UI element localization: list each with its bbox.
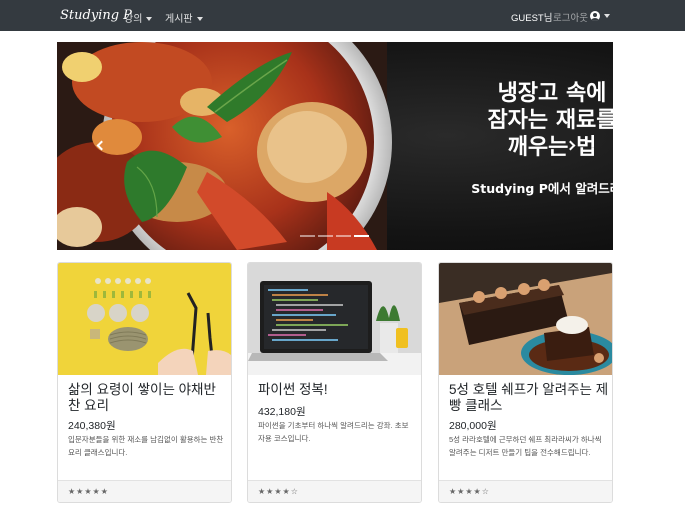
card-price: 280,000원 bbox=[449, 420, 497, 432]
carousel-next-icon[interactable] bbox=[563, 136, 581, 156]
user-menu-dropdown[interactable] bbox=[590, 9, 610, 22]
carousel-indicator-1[interactable] bbox=[300, 235, 315, 237]
carousel-headline-line1: 냉장고 속에 bbox=[497, 81, 607, 106]
carousel-indicator-3[interactable] bbox=[336, 235, 351, 237]
card-footer: ★★★★☆ bbox=[439, 480, 612, 502]
course-card[interactable]: 파이썬 정복! 432,180원 파이썬을 기초부터 하나씩 알려드리는 강좌.… bbox=[247, 262, 422, 503]
top-navbar: Studying P 강의 게시판 GUEST님 로그아웃 bbox=[0, 0, 685, 31]
rating-stars: ★★★★★ bbox=[68, 487, 109, 496]
course-card[interactable]: 5성 호텔 쉐프가 알려주는 제빵 클래스 280,000원 5성 라라호텔에 … bbox=[438, 262, 613, 503]
card-title[interactable]: 삶의 요령이 쌓이는 야채반찬 요리 bbox=[68, 382, 228, 414]
guest-greeting: GUEST님 bbox=[511, 13, 553, 24]
card-description: 5성 라라호텔에 근무하던 쉐프 최라라씨가 하나씩 알려주는 디저트 만들기 … bbox=[449, 435, 602, 457]
card-footer: ★★★★★ bbox=[58, 480, 231, 502]
carousel-headline: 냉장고 속에 잠자는 재료를 깨우는 법 bbox=[452, 80, 613, 161]
carousel-indicators bbox=[300, 235, 369, 237]
brand-logo[interactable]: Studying P bbox=[60, 8, 132, 23]
rating-stars: ★★★★☆ bbox=[449, 487, 490, 496]
chocolate-dessert-image bbox=[439, 263, 612, 375]
carousel-indicator-2[interactable] bbox=[318, 235, 333, 237]
menu-courses-label: 강의 bbox=[124, 14, 143, 25]
menu-courses-dropdown[interactable]: 강의 bbox=[124, 10, 153, 25]
rating-stars: ★★★★☆ bbox=[258, 487, 299, 496]
hero-carousel: 냉장고 속에 잠자는 재료를 깨우는 법 Studying P에서 알려드려요 bbox=[57, 42, 613, 250]
logout-link[interactable]: 로그아웃 bbox=[553, 10, 588, 24]
carousel-headline-line3: 깨우는 법 bbox=[507, 135, 597, 160]
chevron-down-icon bbox=[146, 17, 153, 21]
carousel-headline-line2: 잠자는 재료를 bbox=[487, 108, 613, 133]
vegetable-cooking-image bbox=[58, 263, 231, 375]
card-description: 파이썬을 기초부터 하나씩 알려드리는 강좌. 초보자용 코스입니다. bbox=[258, 421, 409, 443]
card-title[interactable]: 5성 호텔 쉐프가 알려주는 제빵 클래스 bbox=[449, 382, 609, 414]
carousel-prev-icon[interactable] bbox=[91, 136, 109, 156]
course-card[interactable]: 삶의 요령이 쌓이는 야채반찬 요리 240,380원 입문자분들을 위한 재소… bbox=[57, 262, 232, 503]
user-circle-icon bbox=[590, 10, 600, 21]
card-title[interactable]: 파이썬 정복! bbox=[258, 382, 418, 398]
chevron-down-icon bbox=[604, 13, 610, 18]
carousel-indicator-4[interactable] bbox=[354, 235, 369, 237]
chevron-down-icon bbox=[196, 17, 203, 21]
card-footer: ★★★★☆ bbox=[248, 480, 421, 502]
card-description: 입문자분들을 위한 재소를 남김없이 활용하는 반찬요리 클래스입니다. bbox=[68, 435, 224, 457]
laptop-code-image bbox=[248, 263, 421, 375]
menu-board-label: 게시판 bbox=[165, 14, 193, 25]
menu-board-dropdown[interactable]: 게시판 bbox=[165, 10, 203, 25]
card-price: 432,180원 bbox=[258, 406, 306, 418]
card-price: 240,380원 bbox=[68, 420, 116, 432]
carousel-subline: Studying P에서 알려드려요 bbox=[471, 181, 613, 196]
